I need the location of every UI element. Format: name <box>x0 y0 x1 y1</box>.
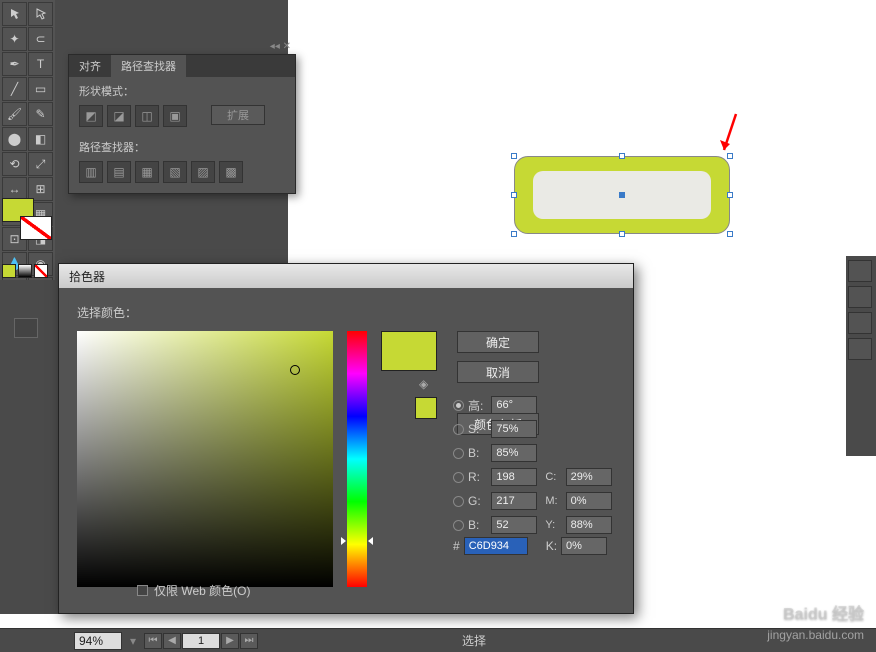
ok-button[interactable]: 确定 <box>457 331 539 353</box>
handle-bc[interactable] <box>619 231 625 237</box>
radio-bl[interactable] <box>453 520 464 531</box>
next-page-button[interactable]: ▶ <box>221 633 239 649</box>
tool-blob[interactable]: ⬤ <box>2 127 27 151</box>
tool-eraser[interactable]: ◧ <box>28 127 53 151</box>
unite-icon[interactable]: ◩ <box>79 105 103 127</box>
color-preview-new <box>381 331 437 371</box>
cube-icon[interactable]: ◈ <box>419 377 433 391</box>
pathfinders-label: 路径查找器： <box>69 133 295 159</box>
prev-page-button[interactable]: ◀ <box>163 633 181 649</box>
selection-center <box>619 192 625 198</box>
mini-swatch-color[interactable] <box>2 264 16 278</box>
radio-b[interactable] <box>453 448 464 459</box>
trim-icon[interactable]: ▤ <box>107 161 131 183</box>
tool-type[interactable]: T <box>28 52 53 76</box>
radio-s[interactable] <box>453 424 464 435</box>
g-input[interactable] <box>491 492 537 510</box>
outline-icon[interactable]: ▨ <box>191 161 215 183</box>
k-input[interactable] <box>561 537 607 555</box>
status-tool-label: 选择 <box>462 632 486 649</box>
crop-icon[interactable]: ▧ <box>163 161 187 183</box>
tool-selection[interactable] <box>2 2 27 26</box>
watermark-brand: Baidu 经验 <box>783 600 864 624</box>
y-input[interactable] <box>566 516 612 534</box>
handle-tl[interactable] <box>511 153 517 159</box>
mini-swatch-none[interactable] <box>34 264 48 278</box>
handle-tc[interactable] <box>619 153 625 159</box>
zoom-input[interactable]: 94% <box>74 632 122 650</box>
watermark-url: jingyan.baidu.com <box>767 628 864 642</box>
collapse-icon[interactable] <box>14 318 38 338</box>
radio-h[interactable] <box>453 400 464 411</box>
saturation-value-field[interactable] <box>77 331 333 587</box>
tool-line[interactable]: ╱ <box>2 77 27 101</box>
annotation-arrow-icon <box>716 112 746 156</box>
c-input[interactable] <box>566 468 612 486</box>
right-panel-dock <box>846 256 876 456</box>
color-preview-old[interactable] <box>415 397 437 419</box>
divide-icon[interactable]: ▥ <box>79 161 103 183</box>
handle-ml[interactable] <box>511 192 517 198</box>
cancel-button[interactable]: 取消 <box>457 361 539 383</box>
tool-direct-select[interactable] <box>28 2 53 26</box>
tool-pen[interactable]: ✒ <box>2 52 27 76</box>
tool-brush[interactable]: 🖌 <box>2 102 27 126</box>
last-page-button[interactable]: ⏭ <box>240 633 258 649</box>
m-input[interactable] <box>566 492 612 510</box>
dock-icon-3[interactable] <box>848 312 872 334</box>
minus-back-icon[interactable]: ▩ <box>219 161 243 183</box>
h-input[interactable] <box>491 396 537 414</box>
web-only-checkbox[interactable] <box>137 585 148 596</box>
zoom-dropdown-icon[interactable]: ▾ <box>130 634 136 648</box>
tool-lasso[interactable]: ⊂ <box>28 27 53 51</box>
hex-input[interactable] <box>464 537 528 555</box>
tool-pencil[interactable]: ✎ <box>28 102 53 126</box>
radio-g[interactable] <box>453 496 464 507</box>
b-input[interactable] <box>491 444 537 462</box>
radio-r[interactable] <box>453 472 464 483</box>
dock-icon-4[interactable] <box>848 338 872 360</box>
handle-bl[interactable] <box>511 231 517 237</box>
handle-br[interactable] <box>727 231 733 237</box>
tool-rotate[interactable]: ⟲ <box>2 152 27 176</box>
r-input[interactable] <box>491 468 537 486</box>
mini-swatch-gradient[interactable] <box>18 264 32 278</box>
expand-button[interactable]: 扩展 <box>211 105 265 125</box>
status-bar: 94% ▾ ⏮ ◀ ▶ ⏭ 选择 <box>0 628 876 652</box>
s-input[interactable] <box>491 420 537 438</box>
hue-slider[interactable] <box>347 331 367 587</box>
page-input[interactable] <box>182 633 220 649</box>
dock-icon-2[interactable] <box>848 286 872 308</box>
color-picker-dialog: 拾色器 选择颜色： ◈ 确定 取消 颜色色板 高: S: B: <box>58 263 634 614</box>
tool-wand[interactable]: ✦ <box>2 27 27 51</box>
tool-rect[interactable]: ▭ <box>28 77 53 101</box>
exclude-icon[interactable]: ▣ <box>163 105 187 127</box>
handle-mr[interactable] <box>727 192 733 198</box>
stroke-swatch[interactable] <box>20 216 52 240</box>
select-color-label: 选择颜色： <box>77 304 615 321</box>
shape-modes-label: 形状模式： <box>69 77 295 103</box>
dialog-title: 拾色器 <box>59 264 633 288</box>
merge-icon[interactable]: ▦ <box>135 161 159 183</box>
tab-align[interactable]: 对齐 <box>69 55 111 77</box>
minus-front-icon[interactable]: ◪ <box>107 105 131 127</box>
tab-pathfinder[interactable]: 路径查找器 <box>111 55 186 77</box>
pathfinder-panel: ◂◂ ✕ 对齐 路径查找器 形状模式： ◩ ◪ ◫ ▣ 扩展 路径查找器： ▥ … <box>68 54 296 194</box>
bl-input[interactable] <box>491 516 537 534</box>
web-only-label: 仅限 Web 颜色(O) <box>154 582 250 599</box>
hex-prefix: # <box>453 539 460 553</box>
first-page-button[interactable]: ⏮ <box>144 633 162 649</box>
panel-menu-icon[interactable]: ◂◂ ✕ <box>270 41 291 52</box>
intersect-icon[interactable]: ◫ <box>135 105 159 127</box>
tool-scale[interactable]: ⤢ <box>28 152 53 176</box>
dock-icon-1[interactable] <box>848 260 872 282</box>
